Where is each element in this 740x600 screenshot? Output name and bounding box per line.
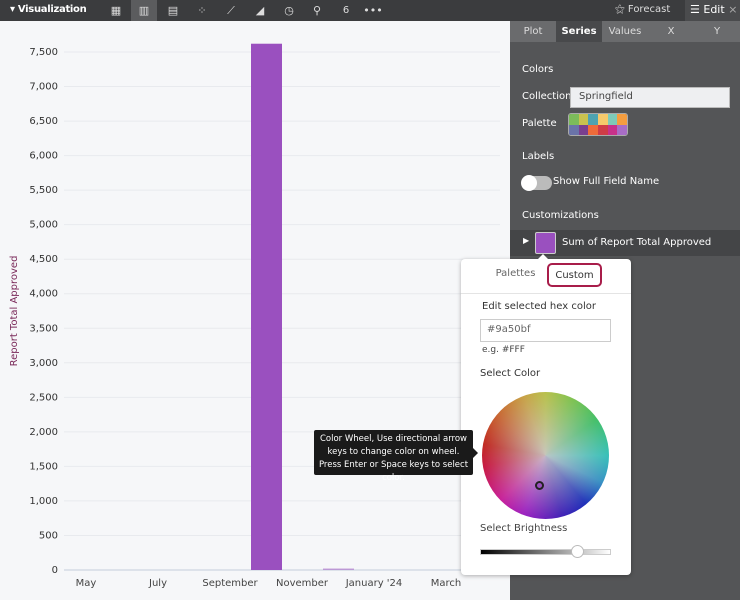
color-wheel[interactable] (482, 392, 609, 519)
y-tick-label: 4,000 (29, 289, 58, 300)
table-icon[interactable]: ▦ (103, 0, 129, 21)
palette-color (617, 114, 627, 125)
collection-label: Collection (522, 91, 572, 102)
edit-button[interactable]: ☰ Edit × (685, 0, 740, 21)
palette-picker[interactable] (568, 113, 628, 136)
bar-chart-icon[interactable]: ▤ (160, 0, 186, 21)
colors-heading: Colors (522, 64, 554, 75)
divider (461, 293, 631, 294)
palette-color (598, 114, 608, 125)
bar-october (251, 43, 282, 571)
select-color-label: Select Color (480, 368, 541, 379)
y-tick-label: 2,000 (29, 427, 58, 438)
palette-color (617, 124, 627, 135)
collection-select[interactable]: Springfield (570, 87, 730, 108)
labels-heading: Labels (522, 151, 555, 162)
scatter-icon[interactable]: ⁘ (189, 0, 215, 21)
tab-series[interactable]: Series (556, 21, 602, 42)
area-chart-icon[interactable]: ◢ (247, 0, 273, 21)
palette-color (607, 124, 618, 135)
customizations-heading: Customizations (522, 210, 599, 221)
y-tick-label: 6,000 (29, 151, 58, 162)
palette-color (569, 114, 579, 125)
hex-color-input[interactable]: #9a50bf (480, 319, 611, 342)
tab-plot[interactable]: Plot (510, 21, 556, 42)
series-color-swatch[interactable] (535, 232, 556, 254)
series-name: Sum of Report Total Approved (562, 237, 712, 248)
line-chart-icon[interactable]: ⟋ (218, 0, 244, 21)
palette-label: Palette (522, 118, 557, 129)
color-wheel-handle[interactable] (535, 481, 544, 490)
close-icon[interactable]: × (728, 3, 737, 16)
show-full-field-name-label: Show Full Field Name (553, 176, 660, 187)
y-tick-label: 6,500 (29, 116, 58, 127)
brightness-slider-thumb[interactable] (570, 545, 584, 558)
x-tick-label: January '24 (345, 578, 403, 589)
visualization-toggle[interactable]: ▾ Visualization (10, 4, 87, 15)
palette-color (578, 114, 589, 125)
y-tick-label: 2,500 (29, 392, 58, 403)
y-tick-label: 7,500 (29, 47, 58, 58)
y-tick-label: 5,000 (29, 220, 58, 231)
toolbar: ▾ Visualization ▦ ▥ ▤ ⁘ ⟋ ◢ ◷ ⚲ 6 ••• ⚝ Forecast … (0, 0, 740, 21)
y-tick-label: 3,000 (29, 358, 58, 369)
hex-label: Edit selected hex color (482, 301, 596, 312)
color-wheel-tooltip: Color Wheel, Use directional arrow keys … (314, 430, 478, 483)
tab-y[interactable]: Y (694, 21, 740, 42)
x-tick-label: September (202, 578, 258, 589)
edit-label: Edit (703, 3, 725, 16)
y-tick-label: 4,500 (29, 254, 58, 265)
expand-caret-icon[interactable]: ▶ (523, 236, 529, 245)
forecast-icon: ⚝ (615, 4, 625, 15)
y-tick-label: 500 (39, 530, 58, 541)
palette-color (569, 124, 579, 135)
tab-palettes[interactable]: Palettes (493, 263, 538, 287)
y-tick-label: 5,500 (29, 185, 58, 196)
sliders-icon: ☰ (690, 3, 700, 16)
palette-color (607, 114, 618, 125)
hex-hint: e.g. #FFF (482, 345, 525, 355)
x-tick-label: March (431, 578, 461, 589)
brightness-slider[interactable] (480, 545, 611, 558)
bar-chart: 0 500 1,000 1,500 2,000 2,500 3,000 3,500 4,000 4… (9, 43, 500, 589)
palette-color (598, 124, 608, 135)
series-customization-row[interactable]: ▶ Sum of Report Total Approved (510, 230, 740, 256)
y-tick-label: 1,500 (29, 461, 58, 472)
y-axis-label: Report Total Approved (9, 256, 20, 367)
x-tick-label: November (276, 578, 329, 589)
y-tick-label: 7,000 (29, 82, 58, 93)
tab-x[interactable]: X (648, 21, 694, 42)
more-icon[interactable]: ••• (360, 0, 386, 21)
color-picker-popover: Palettes Custom Edit selected hex color … (461, 254, 631, 575)
forecast-button[interactable]: ⚝ Forecast (615, 4, 670, 15)
show-full-field-name-toggle[interactable] (521, 175, 552, 191)
forecast-label: Forecast (627, 4, 671, 15)
palette-color (588, 124, 598, 135)
pie-chart-icon[interactable]: ◷ (276, 0, 302, 21)
palette-color (588, 114, 598, 125)
y-tick-label: 0 (52, 565, 58, 576)
tab-values[interactable]: Values (602, 21, 648, 42)
x-tick-label: May (76, 578, 97, 589)
popover-arrow (537, 254, 549, 260)
tab-custom[interactable]: Custom (547, 263, 602, 287)
palette-color (578, 124, 589, 135)
y-tick-label: 1,000 (29, 496, 58, 507)
bar-december (323, 568, 354, 570)
visualization-title: Visualization (17, 4, 87, 15)
single-value-icon[interactable]: 6 (333, 0, 359, 21)
y-tick-label: 3,500 (29, 323, 58, 334)
column-chart-icon[interactable]: ▥ (131, 0, 157, 21)
select-brightness-label: Select Brightness (480, 523, 568, 534)
map-pin-icon[interactable]: ⚲ (304, 0, 330, 21)
x-tick-label: July (148, 578, 167, 589)
toggle-knob (521, 175, 537, 191)
